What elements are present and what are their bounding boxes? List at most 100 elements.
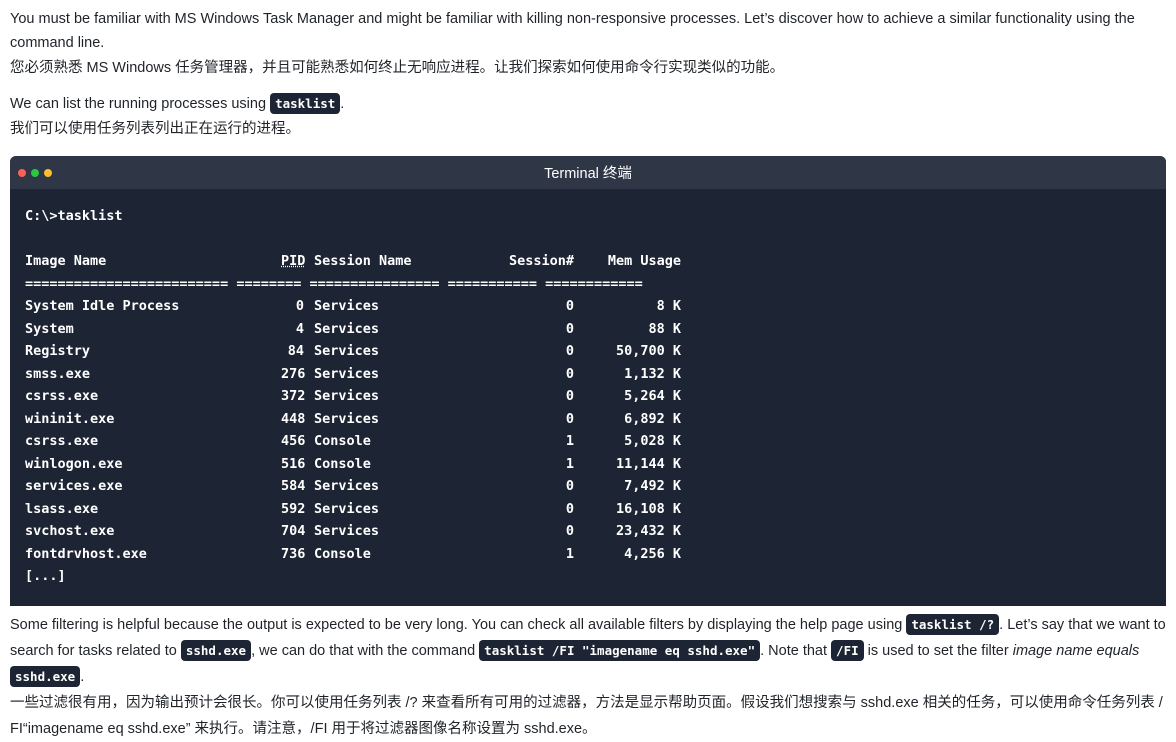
process-mem-usage: 8 K (656, 298, 681, 314)
filter-text-1: Some filtering is helpful because the ou… (10, 616, 907, 633)
process-image-name: wininit.exe (25, 410, 115, 427)
process-row: Registry 84 Services 0 50,700 K (25, 340, 1151, 363)
process-pid: 584 (281, 478, 306, 494)
process-pid: 4 (295, 320, 304, 337)
process-row: wininit.exe 448 Services 0 6,892 K (25, 408, 1151, 431)
filter-text-7: . (80, 668, 85, 685)
process-session-num: 0 (565, 320, 574, 337)
header-session-name: Session Name (314, 253, 412, 269)
process-image-name: csrss.exe (25, 388, 99, 404)
process-session-name: Services (314, 388, 380, 404)
process-mem-usage: 5,028 K (624, 433, 681, 449)
terminal-ellipsis: [...] (25, 568, 66, 584)
process-session-num: 0 (565, 298, 574, 314)
process-session-num: 0 (565, 365, 574, 382)
process-row: lsass.exe 592 Services 0 16,108 K (25, 498, 1151, 521)
process-session-num: 0 (565, 343, 574, 359)
process-image-name: services.exe (25, 478, 123, 494)
filter-text-4: . Note that (760, 642, 832, 659)
process-row: System 4 Services 0 88 K (25, 318, 1151, 341)
process-mem-usage: 23,432 K (615, 523, 681, 539)
process-row: smss.exe 276 Services 0 1,132 K (25, 363, 1151, 386)
process-session-num: 0 (565, 523, 574, 539)
process-pid: 276 (281, 365, 306, 382)
close-dot-icon (18, 169, 26, 177)
list-intro-paragraph-zh: 我们可以使用任务列表列出正在运行的进程。 (10, 121, 300, 137)
process-session-name: Console (314, 545, 371, 562)
process-session-name: Console (314, 455, 371, 472)
process-session-name: Services (314, 298, 380, 314)
intro-paragraph-zh: 您必须熟悉 MS Windows 任务管理器，并且可能熟悉如何终止无响应进程。让… (10, 60, 785, 76)
terminal-command: C:\>tasklist (25, 208, 123, 224)
process-pid: 0 (295, 298, 304, 314)
header-mem-usage: Mem Usage (607, 253, 681, 269)
window-controls (18, 169, 52, 177)
process-mem-usage: 5,264 K (624, 388, 681, 404)
process-row: csrss.exe 456 Console 1 5,028 K (25, 430, 1151, 453)
process-session-name: Services (314, 343, 380, 359)
process-session-name: Services (314, 478, 380, 494)
process-pid: 516 (281, 455, 306, 472)
inline-code-tasklist-help: tasklist /? (906, 613, 1000, 635)
process-session-name: Services (314, 410, 380, 427)
maximize-dot-icon (31, 169, 39, 177)
filter-section: Some filtering is helpful because the ou… (10, 612, 1166, 742)
article-content: You must be familiar with MS Windows Tas… (0, 0, 1176, 742)
process-mem-usage: 6,892 K (624, 410, 681, 427)
intro-paragraph-en: You must be familiar with MS Windows Tas… (10, 11, 1135, 51)
list-intro-period: . (340, 96, 345, 112)
terminal-window: Terminal 终端 C:\>tasklist Image Name PID … (10, 156, 1166, 606)
process-session-num: 1 (565, 455, 574, 472)
filter-paragraph-zh: 一些过滤很有用，因为输出预计会很长。你可以使用任务列表 /? 来查看所有可用的过… (10, 694, 1163, 737)
process-mem-usage: 16,108 K (615, 500, 681, 517)
process-image-name: Registry (25, 343, 91, 359)
process-image-name: System Idle Process (25, 298, 180, 314)
process-mem-usage: 4,256 K (624, 545, 681, 562)
header-session-num: Session# (508, 253, 574, 269)
inline-code-sshd: sshd.exe (180, 639, 252, 661)
process-row: services.exe 584 Services 0 7,492 K (25, 475, 1151, 498)
process-image-name: System (25, 320, 74, 337)
process-image-name: svchost.exe (25, 523, 115, 539)
process-image-name: winlogon.exe (25, 455, 123, 472)
process-session-num: 0 (565, 500, 574, 517)
minimize-dot-icon (44, 169, 52, 177)
header-pid: PID (281, 253, 306, 269)
process-pid: 456 (281, 433, 306, 449)
process-session-name: Services (314, 365, 380, 382)
process-image-name: csrss.exe (25, 433, 99, 449)
process-mem-usage: 11,144 K (615, 455, 681, 472)
process-row: csrss.exe 372 Services 0 5,264 K (25, 385, 1151, 408)
table-separator: ========================= ======== =====… (25, 275, 643, 292)
process-row: svchost.exe 704 Services 0 23,432 K (25, 520, 1151, 543)
terminal-title: Terminal 终端 (544, 166, 632, 182)
process-session-num: 1 (565, 545, 574, 562)
process-session-num: 0 (565, 410, 574, 427)
process-mem-usage: 50,700 K (615, 343, 681, 359)
process-session-name: Services (314, 320, 380, 337)
filter-text-5: is used to set the filter (863, 642, 1013, 659)
inline-code-sshd-2: sshd.exe (10, 665, 81, 687)
process-row: System Idle Process 0 Services 0 8 K (25, 295, 1151, 318)
process-session-num: 1 (565, 433, 574, 449)
process-pid: 704 (281, 523, 306, 539)
filter-emphasis: image name equals (1012, 642, 1140, 659)
process-mem-usage: 1,132 K (624, 365, 681, 382)
process-mem-usage: 88 K (648, 320, 681, 337)
process-pid: 84 (287, 343, 304, 359)
process-row: fontdrvhost.exe 736 Console 1 4,256 K (25, 543, 1151, 566)
table-header: Image Name PID Session Name Session# Mem… (25, 250, 1151, 273)
inline-code-filter-command: tasklist /FI "imagename eq sshd.exe" (479, 639, 761, 661)
process-rows: System Idle Process 0 Services 0 8 K System 4 S… (25, 295, 1151, 565)
process-image-name: lsass.exe (25, 500, 99, 517)
list-intro-paragraph-en: We can list the running processes using … (10, 92, 1166, 116)
process-session-num: 0 (565, 478, 574, 494)
process-pid: 372 (281, 388, 306, 404)
process-session-name: Services (314, 500, 380, 517)
inline-code-fi: /FI (831, 639, 864, 661)
header-image-name: Image Name (25, 253, 107, 269)
list-intro-text: We can list the running processes using (10, 96, 271, 112)
process-row: winlogon.exe 516 Console 1 11,144 K (25, 453, 1151, 476)
process-session-name: Console (314, 433, 371, 449)
